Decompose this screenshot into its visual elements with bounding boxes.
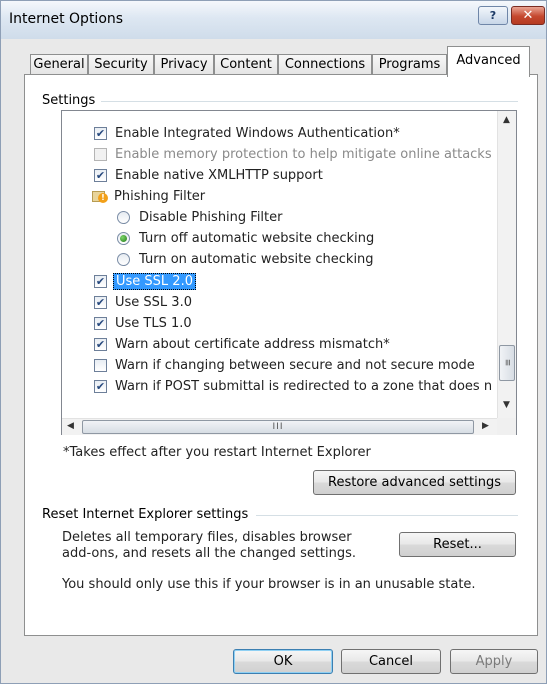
setting-turn-on-auto-checking[interactable]: Turn on automatic website checking	[117, 249, 374, 269]
reset-warning-text: You should only use this if your browser…	[62, 577, 476, 592]
setting-enable-native-xmlhttp[interactable]: ✔ Enable native XMLHTTP support	[94, 165, 323, 185]
cancel-button[interactable]: Cancel	[341, 649, 441, 674]
setting-group-label: Phishing Filter	[114, 188, 206, 204]
settings-group-label: Settings	[42, 93, 102, 108]
radio-button[interactable]	[117, 252, 130, 266]
setting-label: Enable native XMLHTTP support	[115, 167, 323, 183]
setting-label: Warn about certificate address mismatch*	[115, 336, 390, 352]
tab-privacy[interactable]: Privacy	[154, 54, 214, 76]
setting-label: Enable memory protection to help mitigat…	[115, 146, 492, 162]
setting-warn-secure-mode-change[interactable]: Warn if changing between secure and not …	[94, 355, 475, 375]
tab-general[interactable]: General	[30, 54, 88, 76]
horizontal-scroll-thumb[interactable]: III	[82, 420, 474, 434]
reset-group-divider	[256, 515, 518, 516]
setting-label: Use SSL 3.0	[115, 294, 192, 310]
reset-button[interactable]: Reset...	[399, 532, 516, 557]
checkbox-checked[interactable]: ✔	[94, 379, 107, 393]
setting-label: Warn if changing between secure and not …	[115, 357, 475, 373]
ok-button[interactable]: OK	[233, 649, 333, 674]
scroll-down-icon[interactable]: ▼	[503, 400, 510, 410]
setting-enable-memory-protection: Enable memory protection to help mitigat…	[94, 144, 492, 164]
radio-button[interactable]	[117, 210, 130, 224]
setting-disable-phishing-filter[interactable]: Disable Phishing Filter	[117, 207, 283, 227]
setting-label: Disable Phishing Filter	[139, 209, 283, 225]
title-bar[interactable]: Internet Options ? ✕	[1, 1, 546, 39]
setting-label-selected: Use SSL 2.0	[113, 272, 196, 290]
checkbox-checked[interactable]: ✔	[94, 274, 107, 288]
setting-label: Warn if POST submittal is redirected to …	[115, 378, 493, 394]
horizontal-scrollbar[interactable]: ◀ III ▶	[62, 418, 497, 435]
radio-button-selected[interactable]	[117, 231, 130, 245]
setting-label: Enable Integrated Windows Authentication…	[115, 125, 400, 141]
setting-warn-post-redirect[interactable]: ✔ Warn if POST submittal is redirected t…	[94, 376, 492, 396]
setting-label: Turn off automatic website checking	[139, 230, 375, 246]
vertical-scrollbar[interactable]: ▲ ≡ ▼	[497, 111, 516, 418]
setting-use-ssl-3[interactable]: ✔ Use SSL 3.0	[94, 292, 192, 312]
setting-group-phishing-filter: ! Phishing Filter	[92, 186, 205, 206]
setting-warn-cert-mismatch[interactable]: ✔ Warn about certificate address mismatc…	[94, 334, 390, 354]
apply-button[interactable]: Apply	[450, 649, 538, 674]
scroll-grip-icon: III	[272, 422, 284, 432]
setting-label: Use TLS 1.0	[115, 315, 192, 331]
phishing-filter-icon: !	[92, 189, 108, 203]
checkbox-checked[interactable]: ✔	[94, 126, 107, 140]
reset-group-label: Reset Internet Explorer settings	[42, 507, 255, 522]
close-button[interactable]: ✕	[511, 6, 545, 25]
advanced-settings-tree[interactable]: ✔ Enable Integrated Windows Authenticati…	[61, 110, 517, 435]
reset-description-line1: Deletes all temporary files, disables br…	[62, 530, 352, 545]
tab-security[interactable]: Security	[88, 54, 154, 76]
tab-connections[interactable]: Connections	[278, 54, 372, 76]
restart-footnote: *Takes effect after you restart Internet…	[63, 445, 371, 460]
setting-label: Turn on automatic website checking	[139, 251, 374, 267]
setting-use-tls-1[interactable]: ✔ Use TLS 1.0	[94, 313, 192, 333]
checkbox-disabled	[94, 147, 107, 161]
help-button[interactable]: ?	[478, 6, 508, 25]
tab-advanced[interactable]: Advanced	[447, 46, 530, 77]
window-title: Internet Options	[9, 11, 124, 27]
scroll-left-icon[interactable]: ◀	[67, 421, 74, 431]
tab-programs[interactable]: Programs	[372, 54, 447, 76]
scroll-right-icon[interactable]: ▶	[482, 421, 489, 431]
scroll-up-icon[interactable]: ▲	[503, 115, 510, 125]
checkbox-unchecked[interactable]	[94, 358, 107, 372]
settings-list: ✔ Enable Integrated Windows Authenticati…	[62, 111, 497, 418]
tab-content[interactable]: Content	[214, 54, 278, 76]
settings-group-divider	[100, 101, 518, 102]
checkbox-checked[interactable]: ✔	[94, 337, 107, 351]
setting-turn-off-auto-checking[interactable]: Turn off automatic website checking	[117, 228, 374, 248]
restore-advanced-settings-button[interactable]: Restore advanced settings	[313, 470, 516, 495]
reset-description-line2: add-ons, and resets all the changed sett…	[62, 546, 357, 561]
checkbox-checked[interactable]: ✔	[94, 295, 107, 309]
checkbox-checked[interactable]: ✔	[94, 168, 107, 182]
setting-enable-integrated-windows-auth[interactable]: ✔ Enable Integrated Windows Authenticati…	[94, 123, 400, 143]
checkbox-checked[interactable]: ✔	[94, 316, 107, 330]
vertical-scroll-thumb[interactable]: ≡	[499, 345, 515, 381]
setting-use-ssl-2[interactable]: ✔ Use SSL 2.0	[94, 271, 196, 291]
scrollbar-corner	[497, 418, 516, 435]
